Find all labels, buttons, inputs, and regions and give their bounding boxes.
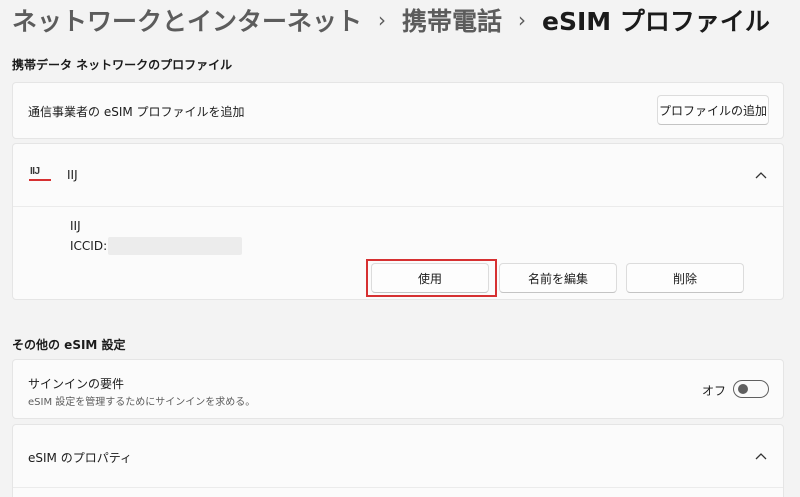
toggle-knob (738, 384, 748, 394)
chevron-up-icon[interactable] (753, 167, 769, 183)
rename-button[interactable]: 名前を編集 (499, 263, 617, 293)
divider (13, 206, 783, 207)
breadcrumb: ネットワークとインターネット › 携帯電話 › eSIM プロファイル (12, 2, 770, 38)
divider (13, 487, 783, 488)
breadcrumb-network[interactable]: ネットワークとインターネット (12, 2, 362, 38)
profiles-section-title: 携帯データ ネットワークのプロファイル (12, 58, 233, 72)
esim-properties-title: eSIM のプロパティ (28, 451, 132, 465)
esim-properties-header[interactable]: eSIM のプロパティ (13, 425, 783, 487)
signin-title: サインインの要件 (28, 377, 125, 391)
breadcrumb-separator-icon: › (518, 8, 527, 32)
add-profile-button[interactable]: プロファイルの追加 (657, 95, 769, 125)
use-button[interactable]: 使用 (371, 263, 489, 293)
delete-button[interactable]: 削除 (626, 263, 744, 293)
profile-expander: IIJ IIJ IIJ ICCID: 使用 名前を編集 削除 (12, 143, 784, 300)
page-title: eSIM プロファイル (542, 7, 770, 36)
profile-expander-header[interactable]: IIJ IIJ (13, 144, 783, 206)
breadcrumb-separator-icon: › (378, 8, 387, 32)
toggle-state-label: オフ (702, 384, 727, 398)
add-profile-row: 通信事業者の eSIM プロファイルを追加 プロファイルの追加 (12, 82, 784, 139)
iccid-label: ICCID: (70, 239, 108, 253)
breadcrumb-cellular[interactable]: 携帯電話 (402, 2, 502, 38)
iccid-value-redacted (108, 237, 242, 255)
profile-name: IIJ (67, 168, 78, 182)
signin-toggle[interactable] (733, 380, 769, 398)
add-profile-label: 通信事業者の eSIM プロファイルを追加 (28, 105, 245, 119)
chevron-up-icon[interactable] (753, 448, 769, 464)
iij-logo-icon: IIJ (29, 166, 51, 182)
profile-detail-name: IIJ (70, 219, 81, 233)
other-section-title: その他の eSIM 設定 (12, 338, 126, 352)
signin-description: eSIM 設定を管理するためにサインインを求める。 (28, 397, 256, 408)
esim-properties-expander: eSIM のプロパティ (12, 424, 784, 497)
signin-requirement-row: サインインの要件 eSIM 設定を管理するためにサインインを求める。 オフ (12, 359, 784, 419)
